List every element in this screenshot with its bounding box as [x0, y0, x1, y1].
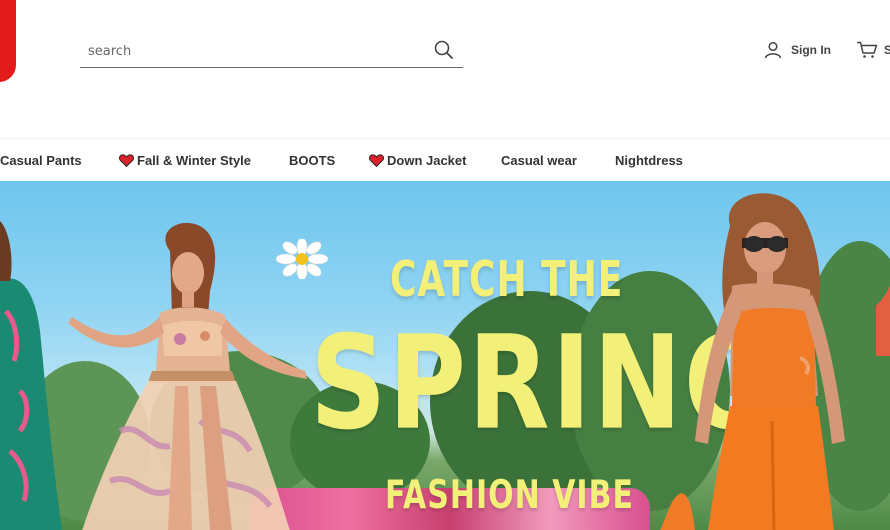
cart-label: S	[884, 43, 890, 57]
daisy-flower-image	[276, 239, 328, 279]
nav-item-label: Fall & Winter Style	[137, 152, 252, 168]
hero-banner[interactable]: CATCH THE SPRING FASHION VIBE	[0, 181, 890, 530]
brand-logo[interactable]	[0, 0, 16, 82]
nav-item-label: Casual wear	[501, 152, 577, 168]
search-icon[interactable]	[433, 39, 455, 61]
nav-item-fall-winter-style[interactable]: Fall & Winter Style	[119, 151, 251, 169]
search-input[interactable]	[88, 41, 408, 61]
banner-line-1: CATCH THE	[390, 253, 624, 309]
nav-item-label: Down Jacket	[387, 152, 467, 168]
banner-headline: SPRING	[310, 308, 773, 459]
shopping-cart-link[interactable]: S	[856, 40, 890, 60]
nav-item-label: BOOTS	[289, 152, 336, 168]
banner-line-3: FASHION VIBE	[385, 473, 634, 519]
category-nav: Casual Pants Fall & Winter Style BOOTS D…	[0, 139, 890, 181]
search-bar	[80, 33, 463, 68]
nav-item-down-jacket[interactable]: Down Jacket	[369, 151, 466, 169]
sign-in-link[interactable]: Sign In	[764, 40, 831, 60]
cart-icon	[857, 41, 878, 58]
user-icon	[764, 41, 782, 59]
heart-icon	[369, 153, 384, 167]
nav-item-casual-wear[interactable]: Casual wear	[501, 151, 577, 169]
nav-item-boots[interactable]: BOOTS	[289, 151, 335, 169]
site-header: Sign In S	[0, 0, 890, 138]
model-orange-image	[660, 193, 890, 530]
sign-in-label: Sign In	[791, 43, 831, 57]
nav-item-casual-pants[interactable]: Casual Pants	[0, 151, 82, 169]
nav-item-label: Casual Pants	[0, 152, 82, 168]
nav-item-nightdress[interactable]: Nightdress	[615, 151, 683, 169]
nav-item-label: Nightdress	[615, 152, 683, 168]
heart-icon	[119, 153, 134, 167]
